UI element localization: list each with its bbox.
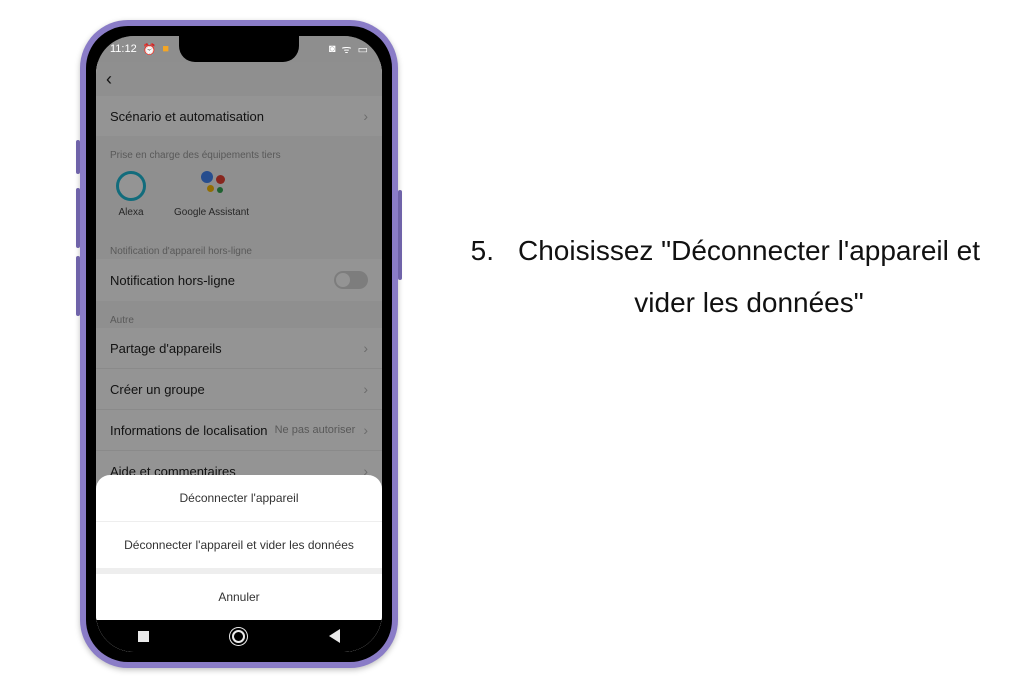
row-label: Informations de localisation <box>110 423 268 438</box>
chevron-right-icon: › <box>363 422 368 438</box>
back-icon[interactable]: ‹ <box>106 69 112 90</box>
row-value: Ne pas autoriser <box>275 424 356 436</box>
integration-alexa[interactable]: Alexa <box>116 171 146 218</box>
sheet-cancel[interactable]: Annuler <box>96 574 382 620</box>
top-bar: ‹ <box>96 62 382 96</box>
sheet-disconnect-wipe[interactable]: Déconnecter l'appareil et vider les donn… <box>96 522 382 568</box>
section-other: Autre <box>96 301 382 328</box>
notch <box>179 36 299 62</box>
volume-button <box>76 140 80 174</box>
section-offline: Notification d'appareil hors-ligne <box>96 232 382 259</box>
phone-bezel: 11:12 ⏰ ■ ◙ ᯤ ▭ ‹ Sc <box>86 26 392 662</box>
row-label: Partage d'appareils <box>110 341 222 356</box>
integrations: Alexa Google Assistant <box>96 163 382 232</box>
row-create-group[interactable]: Créer un groupe › <box>96 368 382 409</box>
row-label: Scénario et automatisation <box>110 109 264 124</box>
wifi-icon: ᯤ <box>342 42 352 57</box>
screen: 11:12 ⏰ ■ ◙ ᯤ ▭ ‹ Sc <box>96 36 382 652</box>
offline-toggle[interactable] <box>334 271 368 289</box>
action-sheet: Déconnecter l'appareil Déconnecter l'app… <box>96 475 382 652</box>
camera-icon: ◙ <box>329 43 336 55</box>
sheet-disconnect[interactable]: Déconnecter l'appareil <box>96 475 382 522</box>
row-scenario[interactable]: Scénario et automatisation › <box>96 96 382 136</box>
instruction-number: 5. <box>460 225 494 329</box>
instruction-step: 5. Choisissez "Déconnecter l'appareil et… <box>460 225 980 329</box>
stage: 5. Choisissez "Déconnecter l'appareil et… <box>0 0 1024 683</box>
integration-google-assistant[interactable]: Google Assistant <box>174 171 249 218</box>
nav-back-icon[interactable] <box>329 629 340 643</box>
section-third-party: Prise en charge des équipements tiers <box>96 136 382 163</box>
row-label: Notification hors-ligne <box>110 273 235 288</box>
chevron-right-icon: › <box>363 340 368 356</box>
nav-home-icon[interactable] <box>232 630 245 643</box>
alarm-icon: ⏰ <box>143 43 157 56</box>
android-nav-bar <box>96 620 382 652</box>
chevron-right-icon: › <box>363 108 368 124</box>
integration-label: Google Assistant <box>174 207 249 218</box>
phone-frame: 11:12 ⏰ ■ ◙ ᯤ ▭ ‹ Sc <box>80 20 398 668</box>
row-label: Créer un groupe <box>110 382 205 397</box>
row-location-info[interactable]: Informations de localisation Ne pas auto… <box>96 409 382 450</box>
volume-button <box>76 256 80 316</box>
status-time: 11:12 <box>110 43 137 55</box>
battery-icon: ▭ <box>358 43 368 56</box>
chevron-right-icon: › <box>363 381 368 397</box>
row-offline-notification[interactable]: Notification hors-ligne <box>96 259 382 301</box>
notification-badge-icon: ■ <box>162 43 169 55</box>
row-share-devices[interactable]: Partage d'appareils › <box>96 328 382 368</box>
integration-label: Alexa <box>118 207 143 218</box>
nav-recent-icon[interactable] <box>138 631 149 642</box>
google-assistant-icon <box>197 171 227 201</box>
alexa-icon <box>116 171 146 201</box>
power-button <box>398 190 402 280</box>
instruction-text: Choisissez "Déconnecter l'appareil et vi… <box>518 225 980 329</box>
action-sheet-card: Déconnecter l'appareil Déconnecter l'app… <box>96 475 382 568</box>
volume-button <box>76 188 80 248</box>
